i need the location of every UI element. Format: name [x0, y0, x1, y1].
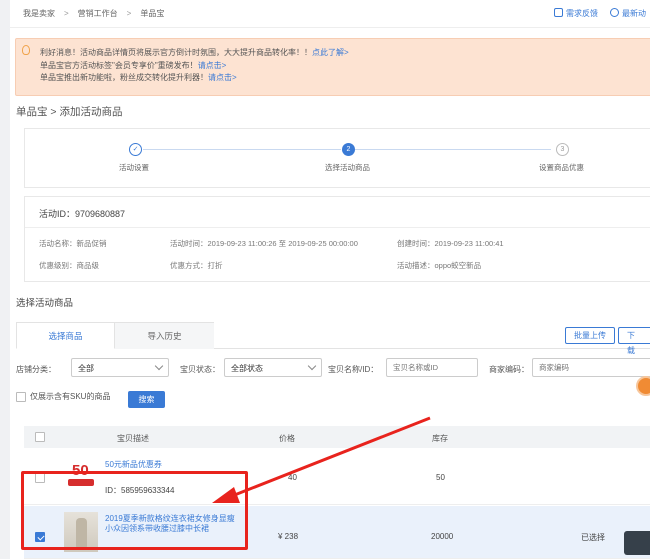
col-description: 宝贝描述: [117, 434, 149, 443]
item-name-input[interactable]: [386, 358, 478, 377]
notice-line-3: 单品宝推出新功能啦，粉丝成交转化提升利器！请点击>: [40, 73, 237, 82]
floating-assistant-icon[interactable]: [636, 376, 650, 396]
item-status-select[interactable]: 全部状态: [224, 358, 322, 377]
select-all-checkbox[interactable]: [35, 432, 45, 442]
item-name-label: 宝贝名称/ID：: [328, 365, 379, 374]
discount-method: 优惠方式：打折: [170, 261, 223, 270]
step-connector: [355, 149, 551, 150]
progress-steps: ✓ 2 3 活动设置 选择活动商品 设置商品优惠: [24, 128, 650, 188]
step-connector: [143, 149, 341, 150]
page-title: 单品宝 > 添加活动商品: [16, 106, 123, 118]
chevron-down-icon: [307, 361, 317, 371]
notice-banner: 利好消息！活动商品详情页将展示官方倒计时氛围，大大提升商品转化率！！点此了解> …: [15, 38, 650, 96]
table-header: 宝贝描述 价格 库存: [24, 426, 650, 448]
activity-info-panel: 活动ID：9709680887 活动名称：新品促销 活动时间：2019-09-2…: [24, 196, 650, 282]
search-button[interactable]: 搜索: [128, 391, 165, 408]
shop-category-select[interactable]: 全部: [71, 358, 169, 377]
sku-filter: 仅展示含有SKU的商品: [16, 391, 110, 402]
selected-status: 已选择: [581, 533, 605, 542]
breadcrumb-current: 单品宝: [140, 9, 165, 18]
item-price: 40: [288, 473, 297, 482]
notice-line-2: 单品宝官方活动标签"会员专享价"重磅发布！请点击>: [40, 60, 227, 70]
step-1-label: 活动设置: [119, 163, 149, 172]
activity-time: 活动时间：2019-09-23 11:00:26 至 2019-09-25 00…: [170, 239, 358, 248]
notice-link-1[interactable]: 点此了解>: [312, 48, 349, 57]
download-button[interactable]: 下载: [618, 327, 650, 355]
merchant-code-input[interactable]: [532, 358, 650, 377]
step-2-number: 2: [342, 143, 355, 156]
side-panel-button[interactable]: [624, 531, 650, 555]
discount-level: 优惠级别：商品级: [39, 261, 99, 270]
activity-description: 活动描述：oppo蛟空新品: [397, 261, 482, 270]
page-container: 我是卖家 > 营销工作台 > 单品宝 需求反馈 最新动 利好消息！活动商品详情页…: [10, 0, 650, 559]
step-3-label: 设置商品优惠: [539, 163, 584, 172]
col-stock: 库存: [432, 434, 448, 443]
item-stock: 50: [436, 473, 445, 482]
question-icon: [610, 8, 619, 17]
activity-name: 活动名称：新品促销: [39, 239, 107, 248]
breadcrumb-marketing[interactable]: 营销工作台: [78, 8, 118, 19]
sku-only-checkbox[interactable]: [16, 391, 26, 402]
breadcrumb-separator: >: [64, 9, 69, 18]
lightbulb-icon: [22, 45, 30, 55]
breadcrumb-seller[interactable]: 我是卖家: [23, 8, 55, 19]
annotation-highlight-box: [21, 471, 248, 550]
step-2-label: 选择活动商品: [325, 163, 370, 172]
item-price: ¥ 238: [278, 532, 299, 541]
divider: [25, 227, 650, 228]
tab-import-history[interactable]: 导入历史: [115, 322, 214, 349]
activity-created: 创建时间：2019-09-23 11:00:41: [397, 239, 504, 248]
feedback-link[interactable]: 需求反馈: [554, 8, 598, 19]
col-price: 价格: [279, 434, 295, 443]
notice-line-1: 利好消息！活动商品详情页将展示官方倒计时氛围，大大提升商品转化率！！点此了解>: [40, 48, 349, 57]
tab-bar: 选择商品 导入历史: [16, 322, 650, 349]
step-3-number: 3: [556, 143, 569, 156]
activity-id: 活动ID：9709680887: [39, 209, 126, 219]
tab-select-items[interactable]: 选择商品: [16, 322, 115, 349]
news-link[interactable]: 最新动: [610, 8, 646, 19]
shop-category-label: 店铺分类：: [16, 365, 56, 374]
step-1-check-icon: ✓: [129, 143, 142, 156]
item-stock: 20000: [431, 532, 454, 541]
section-heading: 选择活动商品: [16, 298, 74, 309]
chevron-down-icon: [154, 361, 164, 371]
sku-only-label: 仅展示含有SKU的商品: [30, 392, 111, 401]
notice-link-2[interactable]: 请点击>: [198, 61, 227, 70]
bulk-upload-button[interactable]: 批量上传: [565, 327, 615, 344]
item-status-label: 宝贝状态：: [180, 365, 220, 374]
merchant-code-label: 商家编码：: [489, 365, 529, 374]
notice-link-3[interactable]: 请点击>: [208, 73, 237, 82]
item-title-link[interactable]: 50元新品优惠券: [105, 459, 162, 470]
breadcrumb-separator: >: [126, 9, 132, 18]
top-actions: 需求反馈 最新动: [554, 8, 646, 19]
edit-icon: [554, 8, 563, 17]
